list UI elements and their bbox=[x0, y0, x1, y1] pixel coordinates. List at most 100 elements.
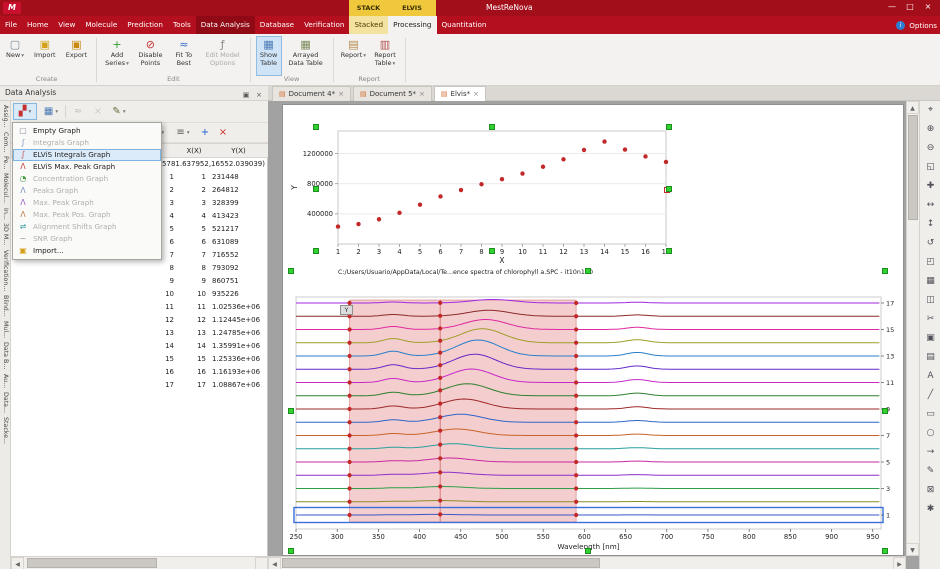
data-point[interactable] bbox=[500, 177, 504, 181]
menu-tab-data-analysis[interactable]: Data Analysis bbox=[196, 16, 255, 34]
region-marker-point[interactable] bbox=[574, 327, 578, 331]
edit-graph-button[interactable]: ✎▾ bbox=[107, 103, 131, 120]
dock-tab-verification[interactable]: Verification... bbox=[2, 250, 9, 291]
ellipse-tool-icon[interactable]: ○ bbox=[920, 424, 940, 443]
paste-icon[interactable]: ▤ bbox=[920, 348, 940, 367]
table-row[interactable]: 16161.16193e+06 bbox=[11, 366, 268, 379]
grid-icon[interactable]: ▦ bbox=[920, 272, 940, 291]
dock-tab-in[interactable]: In... bbox=[2, 208, 9, 220]
ribbon-button-new[interactable]: ▢New▾ bbox=[2, 36, 28, 76]
table-row[interactable]: 99860751 bbox=[11, 275, 268, 288]
dock-tab-assig[interactable]: Assig... bbox=[2, 105, 9, 128]
table-row[interactable]: 11111.02536e+06 bbox=[11, 301, 268, 314]
region-marker-point[interactable] bbox=[438, 498, 442, 502]
region-marker-point[interactable] bbox=[347, 327, 351, 331]
pages-icon[interactable]: ◫ bbox=[920, 291, 940, 310]
selection-handle[interactable] bbox=[313, 124, 319, 130]
close-panel-icon[interactable]: × bbox=[253, 88, 265, 102]
y-axis-tag[interactable]: Y bbox=[340, 305, 353, 315]
add-series-button[interactable]: + bbox=[197, 124, 213, 141]
ribbon-button-add-series[interactable]: +Add Series▾ bbox=[102, 36, 132, 76]
region-marker-point[interactable] bbox=[438, 339, 442, 343]
line-tool-icon[interactable]: ╱ bbox=[920, 386, 940, 405]
region-marker-point[interactable] bbox=[438, 314, 442, 318]
selection-handle[interactable] bbox=[882, 548, 888, 554]
scrollbar-thumb[interactable] bbox=[282, 558, 600, 568]
ribbon-button-report[interactable]: ▤Report▾ bbox=[339, 36, 369, 76]
table-row[interactable]: 17171.08867e+06 bbox=[11, 379, 268, 392]
menu-tab-file[interactable]: File bbox=[0, 16, 22, 34]
region-marker-point[interactable] bbox=[438, 443, 442, 447]
scroll-right-button[interactable] bbox=[255, 557, 268, 569]
settings-icon[interactable]: ✱ bbox=[920, 500, 940, 519]
dock-tab-data[interactable]: Data... bbox=[2, 392, 9, 413]
float-panel-icon[interactable]: ▣ bbox=[240, 88, 252, 102]
scroll-down-button[interactable]: ▼ bbox=[906, 543, 919, 556]
region-marker-point[interactable] bbox=[347, 394, 351, 398]
ribbon-button-disable-points[interactable]: ⊘Disable Points bbox=[134, 36, 167, 76]
document-tab-document-5[interactable]: ▤Document 5*× bbox=[353, 86, 432, 101]
close-tab-icon[interactable]: × bbox=[338, 90, 344, 98]
region-marker-point[interactable] bbox=[574, 341, 578, 345]
horizontal-scrollbar[interactable]: ◀ ▶ bbox=[268, 556, 906, 569]
region-marker-point[interactable] bbox=[438, 402, 442, 406]
region-marker-point[interactable] bbox=[574, 367, 578, 371]
dock-tab-pe[interactable]: Pe... bbox=[2, 156, 9, 169]
selection-handle[interactable] bbox=[313, 248, 319, 254]
data-point[interactable] bbox=[336, 224, 340, 228]
selection-handle[interactable] bbox=[666, 248, 672, 254]
data-point[interactable] bbox=[459, 188, 463, 192]
menu-tab-home[interactable]: Home bbox=[22, 16, 53, 34]
region-marker-point[interactable] bbox=[438, 363, 442, 367]
data-point[interactable] bbox=[397, 211, 401, 215]
region-marker-point[interactable] bbox=[347, 380, 351, 384]
region-marker-point[interactable] bbox=[347, 486, 351, 490]
selection-handle[interactable] bbox=[882, 268, 888, 274]
menu-item-empty-graph[interactable]: ▢Empty Graph bbox=[13, 125, 161, 137]
selection-handle[interactable] bbox=[666, 186, 672, 192]
expand-vertical-icon[interactable]: ↕ bbox=[920, 215, 940, 234]
arrow-tool-icon[interactable]: → bbox=[920, 443, 940, 462]
panel-horizontal-scrollbar[interactable]: ◀ bbox=[11, 556, 268, 569]
ribbon-button-export[interactable]: ▣Export bbox=[62, 36, 92, 76]
menu-tab-database[interactable]: Database bbox=[255, 16, 299, 34]
vertical-scrollbar[interactable]: ▲ ▼ bbox=[906, 101, 919, 556]
selection-handle[interactable] bbox=[585, 548, 591, 554]
menu-tab-tools[interactable]: Tools bbox=[168, 16, 196, 34]
region-marker-point[interactable] bbox=[574, 433, 578, 437]
delete-series-button[interactable]: × bbox=[215, 124, 231, 141]
data-point[interactable] bbox=[541, 165, 545, 169]
region-marker-point[interactable] bbox=[438, 326, 442, 330]
region-marker-point[interactable] bbox=[574, 394, 578, 398]
region-marker-point[interactable] bbox=[347, 367, 351, 371]
table-row[interactable]: 88793092 bbox=[11, 262, 268, 275]
delete-object-icon[interactable]: ⊠ bbox=[920, 481, 940, 500]
dock-tab-au[interactable]: Au... bbox=[2, 374, 9, 388]
maximize-button[interactable]: □ bbox=[902, 2, 918, 11]
minimize-button[interactable]: — bbox=[884, 2, 900, 11]
dock-tab-molecul[interactable]: Molecul... bbox=[2, 173, 9, 203]
selection-handle[interactable] bbox=[666, 124, 672, 130]
menu-item-elvis-integrals-graph[interactable]: ∫ELViS Integrals Graph bbox=[13, 149, 161, 161]
cut-icon[interactable]: ✂ bbox=[920, 310, 940, 329]
region-marker-point[interactable] bbox=[347, 447, 351, 451]
scroll-left-button[interactable]: ◀ bbox=[268, 557, 281, 569]
selection-handle[interactable] bbox=[489, 248, 495, 254]
region-marker-point[interactable] bbox=[347, 354, 351, 358]
data-point[interactable] bbox=[438, 194, 442, 198]
text-tool-icon[interactable]: A bbox=[920, 367, 940, 386]
region-marker-point[interactable] bbox=[574, 420, 578, 424]
close-tab-icon[interactable]: × bbox=[473, 90, 479, 98]
region-marker-point[interactable] bbox=[347, 500, 351, 504]
table-row[interactable]: 14141.35991e+06 bbox=[11, 340, 268, 353]
selection-handle[interactable] bbox=[288, 268, 294, 274]
region-marker-point[interactable] bbox=[438, 470, 442, 474]
data-point[interactable] bbox=[582, 148, 586, 152]
region-marker-point[interactable] bbox=[438, 376, 442, 380]
rectangle-tool-icon[interactable]: ▭ bbox=[920, 405, 940, 424]
ribbon-button-show-table[interactable]: ▦Show Table bbox=[256, 36, 282, 76]
region-marker-point[interactable] bbox=[438, 415, 442, 419]
document-tab-document-4[interactable]: ▤Document 4*× bbox=[272, 86, 351, 101]
region-marker-point[interactable] bbox=[574, 301, 578, 305]
menu-tab-view[interactable]: View bbox=[53, 16, 80, 34]
